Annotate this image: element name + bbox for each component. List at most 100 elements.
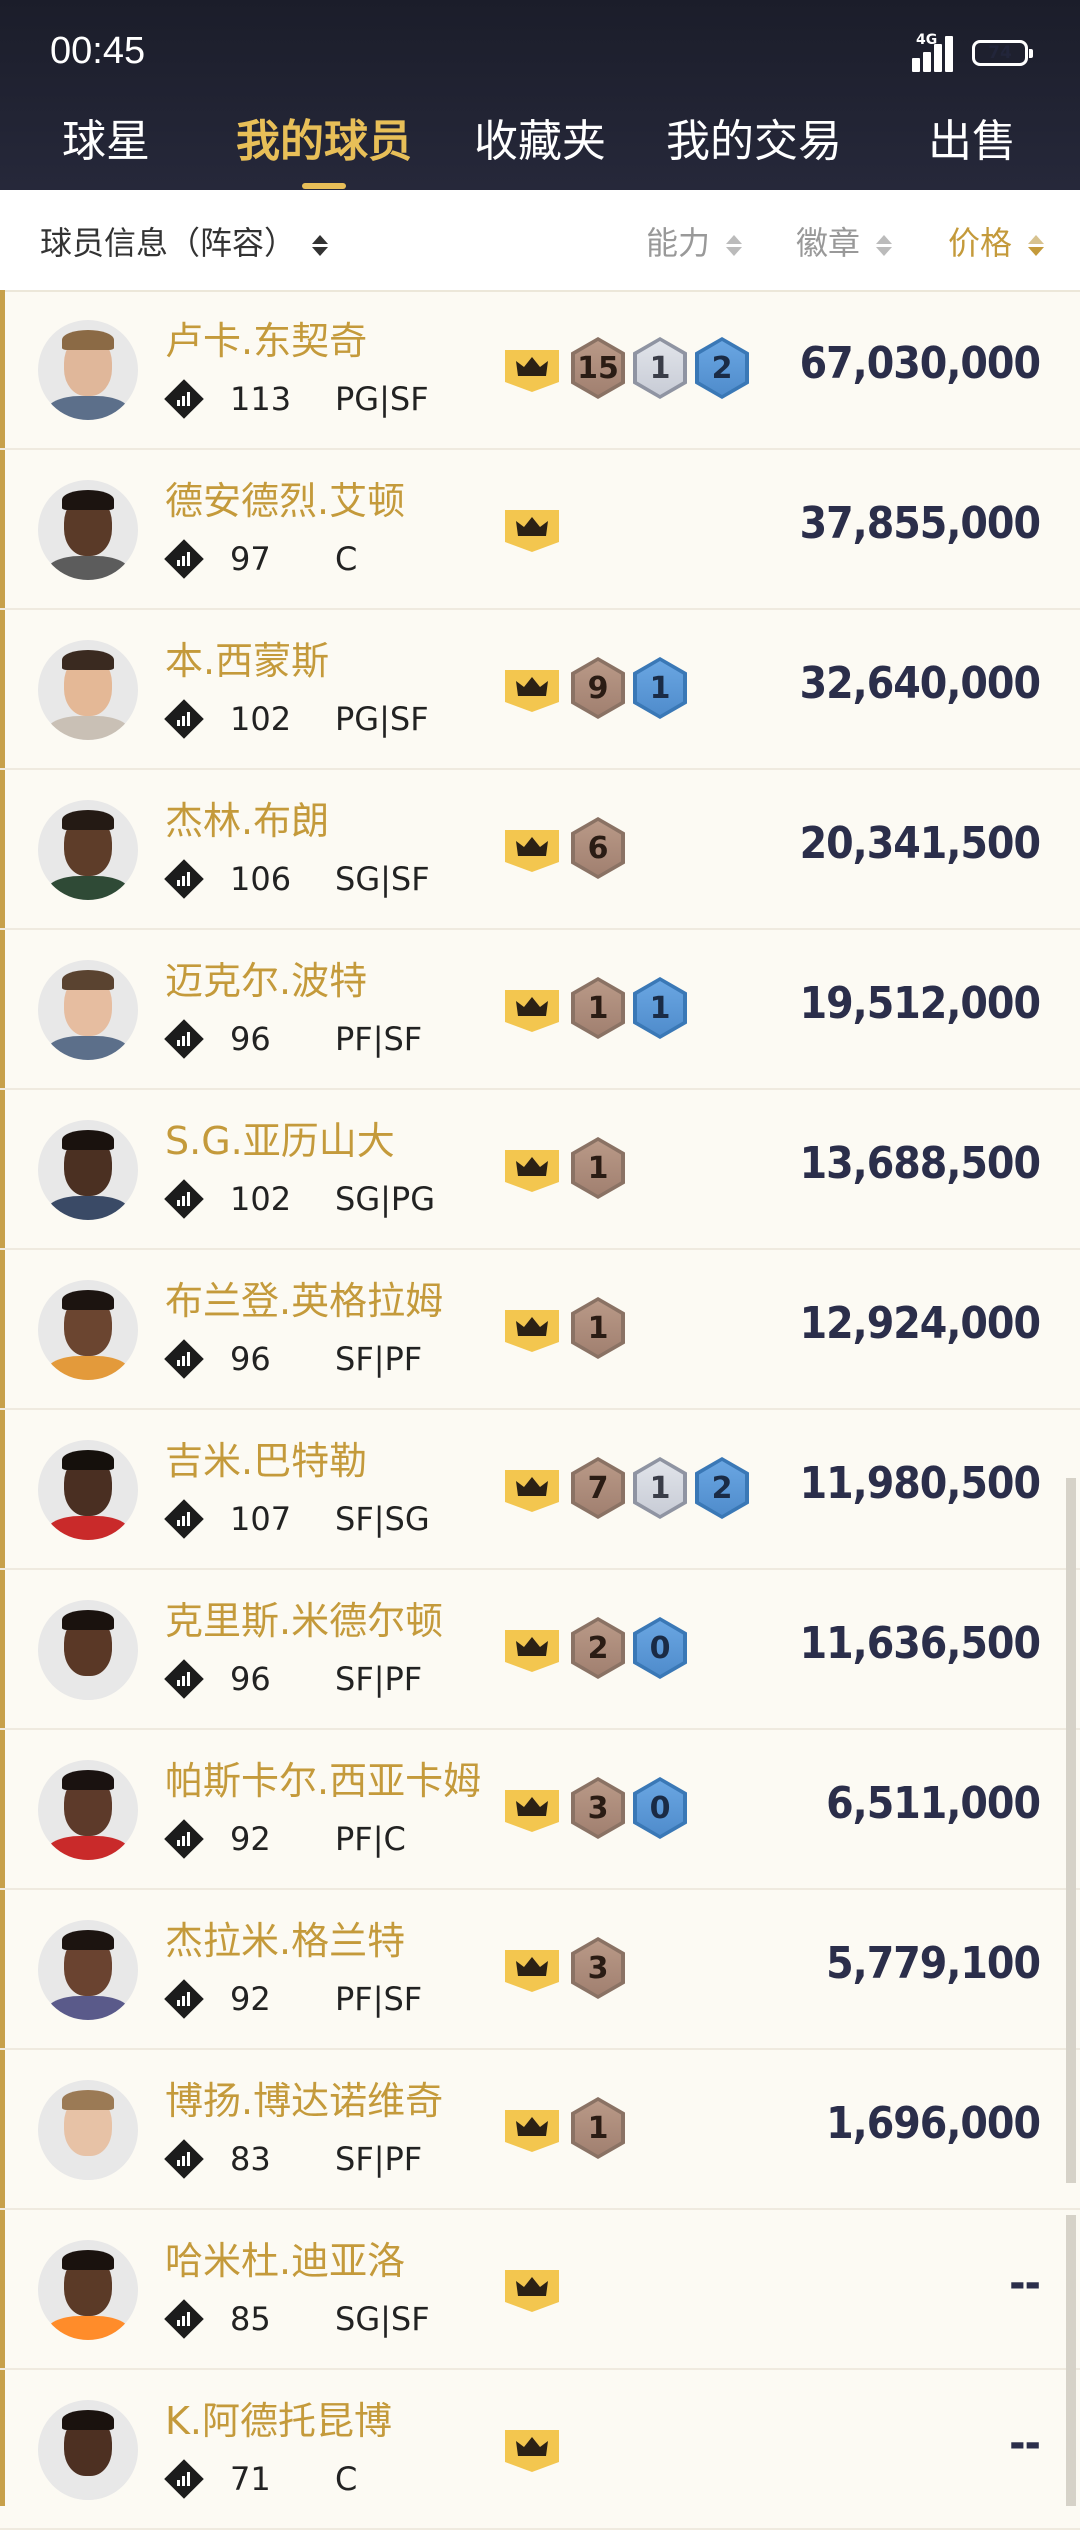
player-position: SF|SG [335,1500,430,1538]
player-name: 哈米杜.迪亚洛 [165,2239,406,2283]
player-rating: 107 [230,1500,292,1538]
player-name: K.阿德托昆博 [165,2399,392,2443]
player-row[interactable]: 德安德烈.艾顿 97 C 37,855,000 [0,450,1080,610]
player-position: C [335,2460,358,2498]
player-price: -- [1009,2418,1041,2469]
gold-badge-count: 2 [699,341,745,395]
sort-price[interactable]: 价格 [948,218,1045,264]
player-row[interactable]: 博扬.博达诺维奇 83 SF|PF 1 1,696,000 [0,2050,1080,2210]
player-avatar [38,1920,138,2020]
player-row[interactable]: S.G.亚历山大 102 SG|PG 1 13,688,500 [0,1090,1080,1250]
player-price: 13,688,500 [799,1138,1041,1189]
crown-badge-icon [505,350,559,392]
silver-badge-count: 1 [637,341,683,395]
player-avatar [38,1120,138,1220]
player-price: 6,511,000 [826,1778,1041,1829]
scrollbar-track [1066,2215,1076,2506]
sort-badges[interactable]: 徽章 [796,218,893,264]
player-avatar [38,640,138,740]
player-avatar [38,1440,138,1540]
player-rating: 83 [230,2140,271,2178]
tab-favorites[interactable]: 收藏夹 [474,105,606,169]
battery-level: 74 [988,43,1012,63]
player-row[interactable]: 帕斯卡尔.西亚卡姆 92 PF|C 3 0 6,511,000 [0,1730,1080,1890]
player-rating: 102 [230,700,292,738]
crown-badge-icon [505,2270,559,2312]
player-avatar [38,2240,138,2340]
player-price: 37,855,000 [799,498,1041,549]
tab-sell[interactable]: 出售 [928,105,1016,169]
rating-diamond-icon [164,2139,204,2179]
badges-label: 徽章 [796,224,861,262]
sort-arrows-icon [876,234,893,256]
sort-ability[interactable]: 能力 [646,218,743,264]
player-rating: 113 [230,380,292,418]
silver-badge-icon: 1 [633,337,687,399]
gold-badge-icon: 0 [633,1777,687,1839]
tab-bar: 球星 我的球员 收藏夹 我的交易 出售 [0,95,1080,190]
player-rating: 71 [230,2460,271,2498]
player-row[interactable]: 本.西蒙斯 102 PG|SF 9 1 32,640,000 [0,610,1080,770]
ability-label: 能力 [646,224,711,262]
player-avatar [38,1280,138,1380]
player-row[interactable]: 吉米.巴特勒 107 SF|SG 7 1 2 11,980,500 [0,1410,1080,1570]
player-name: 吉米.巴特勒 [165,1439,368,1483]
sort-arrows-icon [726,234,743,256]
player-rating: 102 [230,1180,292,1218]
player-price: 67,030,000 [799,338,1041,389]
player-price: 11,980,500 [799,1458,1041,1509]
player-row[interactable]: 哈米杜.迪亚洛 85 SG|SF -- [0,2210,1080,2370]
player-avatar [38,960,138,1060]
player-name: 德安德烈.艾顿 [165,479,406,523]
player-avatar [38,480,138,580]
player-name: 博扬.博达诺维奇 [165,2079,444,2123]
tab-stars[interactable]: 球星 [62,105,150,169]
rating-diamond-icon [164,1659,204,1699]
player-position: SG|PG [335,1180,435,1218]
scrollbar[interactable] [1066,1478,1076,2183]
player-name: 克里斯.米德尔顿 [165,1599,444,1643]
crown-badge-icon [505,2110,559,2152]
rating-diamond-icon [164,859,204,899]
player-name: 卢卡.东契奇 [165,319,368,363]
player-list: 卢卡.东契奇 113 PG|SF 15 1 2 67,030,000 德安德烈.艾顿 97 C 37… [0,290,1080,2530]
crown-badge-icon [505,1310,559,1352]
bronze-badge-icon: 1 [571,1297,625,1359]
bronze-badge-icon: 3 [571,1777,625,1839]
player-price: 19,512,000 [799,978,1041,1029]
player-row[interactable]: 杰拉米.格兰特 92 PF|SF 3 5,779,100 [0,1890,1080,2050]
player-position: SF|PF [335,2140,423,2178]
bronze-badge-icon: 6 [571,817,625,879]
player-avatar [38,2400,138,2500]
crown-badge-icon [505,1470,559,1512]
sort-arrows-icon [312,234,329,256]
bronze-badge-icon: 15 [571,337,625,399]
player-rating: 97 [230,540,271,578]
player-row[interactable]: 卢卡.东契奇 113 PG|SF 15 1 2 67,030,000 [0,290,1080,450]
gold-badge-count: 2 [699,1461,745,1515]
rating-diamond-icon [164,2299,204,2339]
tab-my-players[interactable]: 我的球员 [236,105,412,169]
bronze-badge-icon: 9 [571,657,625,719]
tab-my-trades[interactable]: 我的交易 [666,105,842,169]
bronze-badge-count: 3 [575,1781,621,1835]
crown-badge-icon [505,670,559,712]
player-position: SG|SF [335,2300,430,2338]
player-row[interactable]: 克里斯.米德尔顿 96 SF|PF 2 0 11,636,500 [0,1570,1080,1730]
bronze-badge-count: 3 [575,1941,621,1995]
sort-player-info[interactable]: 球员信息（阵容） [40,218,329,264]
bronze-badge-count: 15 [575,341,621,395]
bronze-badge-count: 1 [575,981,621,1035]
player-row[interactable]: K.阿德托昆博 71 C -- [0,2370,1080,2530]
bronze-badge-count: 6 [575,821,621,875]
player-position: C [335,540,358,578]
player-row[interactable]: 布兰登.英格拉姆 96 SF|PF 1 12,924,000 [0,1250,1080,1410]
bronze-badge-count: 1 [575,1141,621,1195]
player-row[interactable]: 迈克尔.波特 96 PF|SF 1 1 19,512,000 [0,930,1080,1090]
rating-diamond-icon [164,1979,204,2019]
player-name: 布兰登.英格拉姆 [165,1279,444,1323]
gold-badge-count: 1 [637,661,683,715]
player-row[interactable]: 杰林.布朗 106 SG|SF 6 20,341,500 [0,770,1080,930]
crown-badge-icon [505,1630,559,1672]
player-info-label: 球员信息（阵容） [40,224,297,262]
